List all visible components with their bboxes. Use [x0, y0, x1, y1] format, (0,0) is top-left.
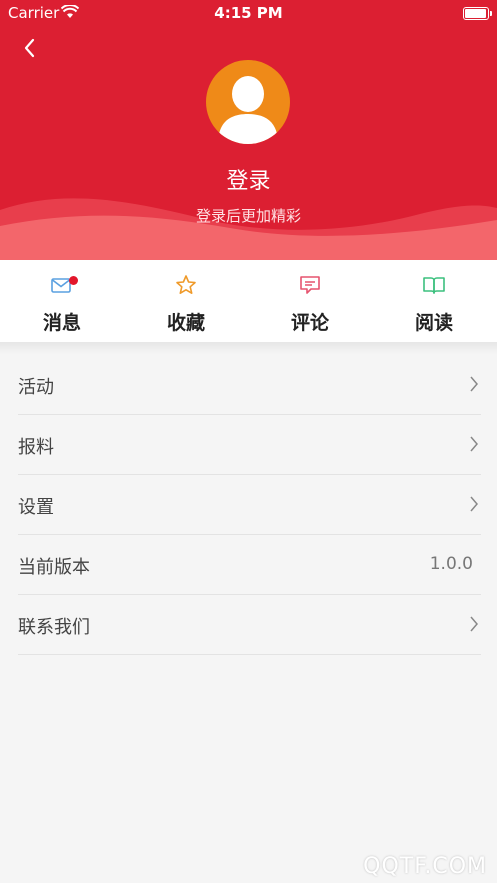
quick-action-reading[interactable]: 阅读	[372, 260, 496, 342]
login-subtitle: 登录后更加精彩	[195, 207, 301, 225]
quick-action-comments[interactable]: 评论	[248, 260, 372, 342]
chevron-right-icon	[470, 376, 478, 392]
comment-icon	[300, 276, 320, 294]
quick-action-label: 阅读	[414, 312, 453, 334]
quick-action-label: 收藏	[166, 312, 205, 334]
quick-action-label: 评论	[290, 312, 329, 334]
menu-item-activities[interactable]: 活动	[18, 355, 481, 415]
back-arrow-icon[interactable]	[16, 34, 44, 62]
quick-action-messages[interactable]: 消息	[0, 260, 124, 342]
quick-actions-bar: 消息 收藏 评论 阅读	[0, 260, 497, 342]
menu-item-label: 活动	[18, 377, 54, 398]
chevron-right-icon	[470, 436, 478, 452]
star-icon	[176, 275, 196, 294]
menu-item-settings[interactable]: 设置	[18, 475, 481, 535]
section-divider	[0, 342, 497, 354]
menu-item-contact[interactable]: 联系我们	[18, 595, 481, 655]
avatar[interactable]	[206, 60, 290, 144]
menu-item-report[interactable]: 报料	[18, 415, 481, 475]
book-icon	[423, 277, 445, 294]
watermark: QQTF.COM	[363, 854, 487, 879]
menu-item-label: 联系我们	[18, 617, 90, 638]
menu-item-label: 设置	[18, 497, 54, 518]
quick-action-favorites[interactable]: 收藏	[124, 260, 248, 342]
battery-icon	[463, 7, 492, 20]
unread-badge	[69, 276, 78, 285]
version-value: 1.0.0	[429, 554, 473, 574]
chevron-right-icon	[470, 616, 478, 632]
login-title[interactable]: 登录	[0, 163, 497, 195]
default-user-icon	[218, 76, 278, 144]
menu-item-label: 当前版本	[18, 557, 90, 578]
status-time: 4:15 PM	[214, 4, 283, 22]
chevron-right-icon	[470, 496, 478, 512]
settings-menu: 活动 报料 设置 当前版本 1.0.0 联系我们	[18, 355, 481, 655]
menu-item-version: 当前版本 1.0.0	[18, 535, 481, 595]
status-bar: Carrier 4:15 PM	[0, 0, 497, 28]
quick-action-label: 消息	[42, 312, 81, 334]
menu-item-label: 报料	[18, 437, 54, 458]
